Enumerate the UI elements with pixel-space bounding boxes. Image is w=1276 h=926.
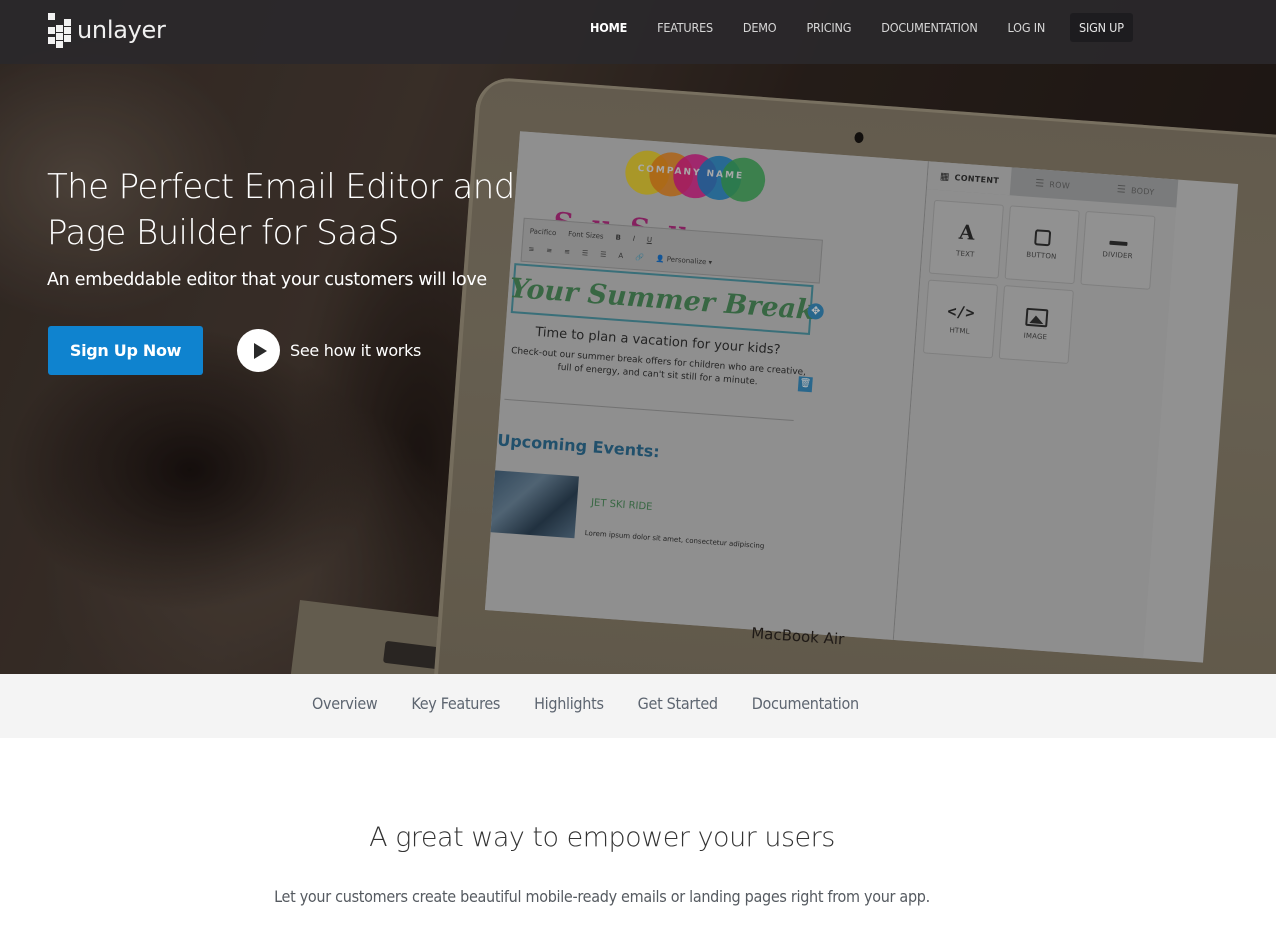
tile-image: IMAGE [998,285,1074,365]
image-icon [1025,307,1049,328]
text-color-icon: A [618,251,624,261]
panel-tab-content: ▦ CONTENT [926,161,1013,196]
tile-html: </> HTML [922,279,999,359]
underline-icon: U [646,235,653,245]
section-subnav: Overview Key Features Highlights Get Sta… [0,674,1276,738]
intro-title: A great way to empower your users [369,822,835,853]
brand-name: unlayer [77,16,166,44]
event-copy: Lorem ipsum dolor sit amet, consectetur … [584,529,765,551]
bullet-list-icon: ☰ [581,249,589,258]
nav-home[interactable]: HOME [575,13,642,42]
move-icon: ✥ [807,302,825,320]
tile-divider: DIVIDER [1080,210,1156,290]
unlayer-logo-icon [47,12,73,48]
text-icon: A [958,219,976,245]
laptop-camera [854,131,864,144]
tile-text: A TEXT [928,199,1004,279]
main-nav: HOME FEATURES DEMO PRICING DOCUMENTATION… [575,13,1133,42]
subnav-get-started[interactable]: Get Started [621,694,735,713]
editor-mockup: COMPANY NAME SuSu Pacifico Font Sizes B … [484,131,1239,663]
link-icon: 🔗 [634,253,645,262]
nav-demo[interactable]: DEMO [728,13,792,42]
italic-icon: I [632,234,636,243]
divider-icon [1109,240,1128,247]
menu-icon: ☰ [1116,183,1127,196]
bold-icon: B [615,233,622,242]
content-tiles: A TEXT BUTTON DIVIDER </> HTML IMAGE [914,189,1176,381]
grid-icon: ▦ [939,170,951,183]
subnav-documentation[interactable]: Documentation [735,694,876,713]
email-headline: Your Summer Break [508,272,816,326]
menu-icon: ☰ [1034,177,1045,190]
font-size-select: Font Sizes [567,230,604,241]
event-title: JET SKI RIDE [590,497,653,513]
jet-ski-photo [484,469,579,539]
nav-documentation[interactable]: DOCUMENTATION [866,13,992,42]
numbered-list-icon: ☰ [599,250,607,259]
subnav-highlights[interactable]: Highlights [517,694,621,713]
tile-button: BUTTON [1004,205,1080,285]
hero-title: The Perfect Email Editor and Page Builde… [47,167,515,253]
nav-pricing[interactable]: PRICING [791,13,866,42]
see-how-it-works-button[interactable]: See how it works [237,329,421,372]
code-icon: </> [946,302,976,322]
editor-side-panel: ▦ CONTENT ☰ ROW ☰ BODY A TEXT BUTTON DIV… [893,161,1179,659]
brand-logo-link[interactable]: unlayer [47,12,166,48]
nav-features[interactable]: FEATURES [642,13,728,42]
panel-tab-row: ☰ ROW [1034,177,1071,191]
subnav-overview[interactable]: Overview [295,694,394,713]
top-navbar: unlayer HOME FEATURES DEMO PRICING DOCUM… [0,0,1276,64]
email-divider [504,398,794,422]
see-how-it-works-label: See how it works [290,341,422,360]
button-icon [1034,229,1052,247]
events-title: Upcoming Events: [496,430,661,462]
nav-signup-button[interactable]: SIGN UP [1070,13,1133,42]
panel-tab-body: ☰ BODY [1116,183,1155,197]
nav-login[interactable]: LOG IN [993,13,1060,42]
personalize-menu: 👤 Personalize ▾ [655,254,713,267]
play-icon [237,329,280,372]
subnav-key-features[interactable]: Key Features [394,694,517,713]
company-logo [623,149,767,209]
intro-subtitle: Let your customers create beautiful mobi… [274,887,930,906]
hero-subtitle: An embeddable editor that your customers… [47,270,487,290]
sign-up-now-button[interactable]: Sign Up Now [48,326,203,375]
